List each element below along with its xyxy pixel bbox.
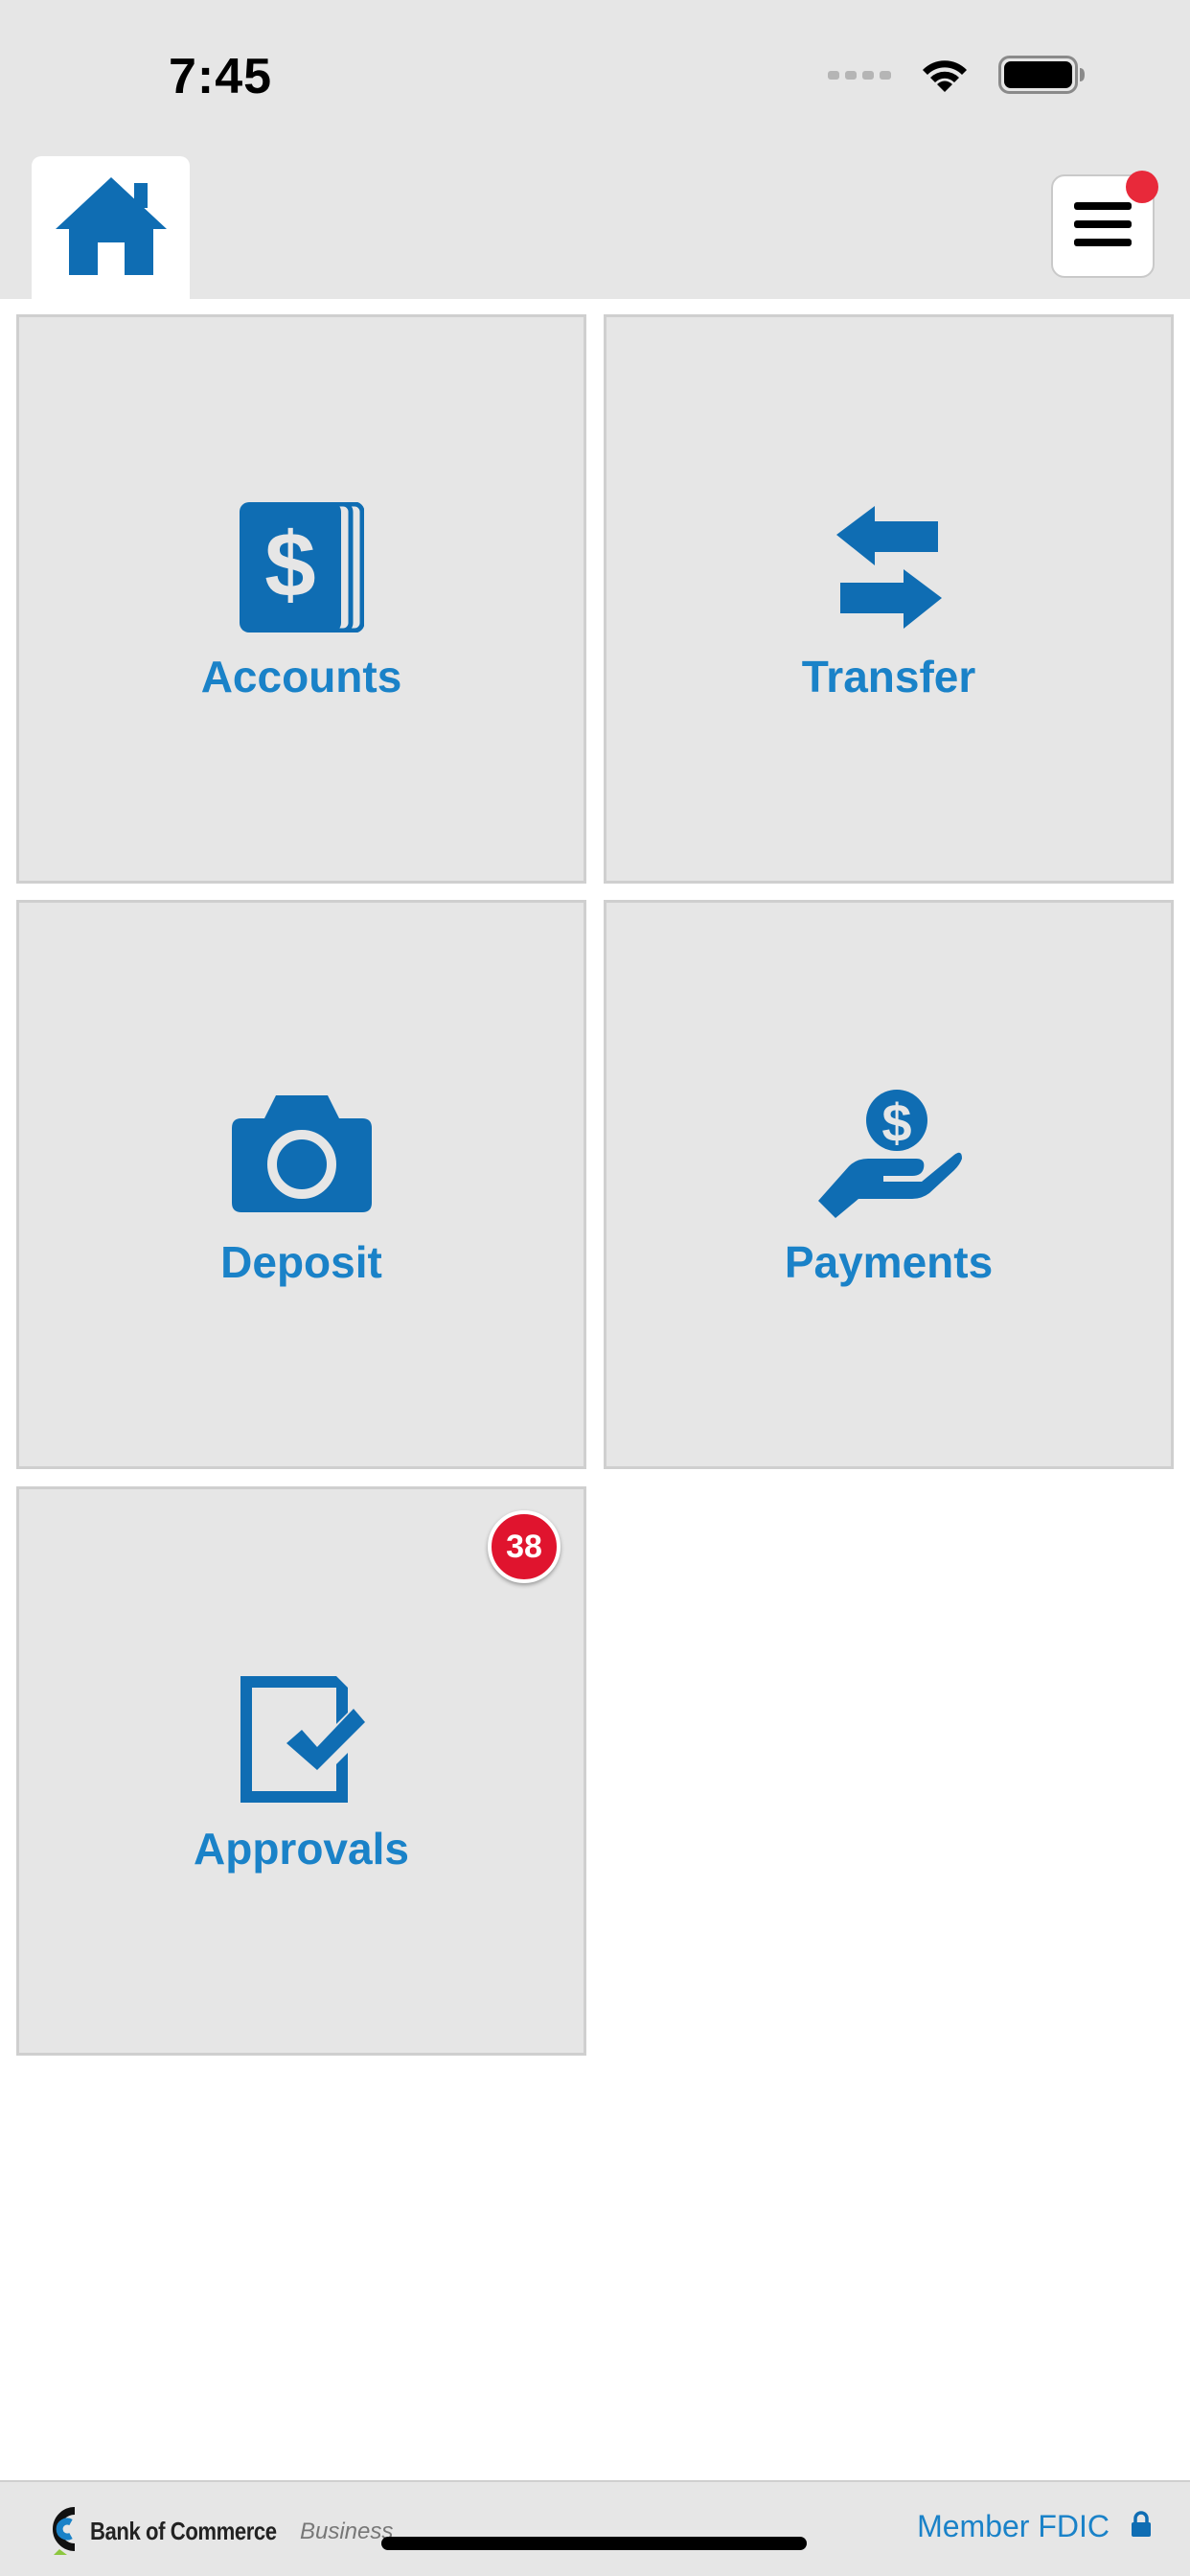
lock-icon — [1131, 2511, 1152, 2542]
transfer-icon — [808, 495, 971, 639]
signal-icon — [828, 67, 891, 87]
fdic-text: Member FDIC — [917, 2509, 1110, 2543]
payments-icon: $ — [808, 1081, 971, 1225]
bank-logo-icon — [46, 2503, 80, 2560]
accounts-icon: $ — [220, 495, 383, 639]
hamburger-icon — [1074, 200, 1132, 253]
footer: Bank of Commerce Business Member FDIC — [0, 2480, 1190, 2576]
notification-dot — [1126, 171, 1158, 203]
payments-label: Payments — [784, 1237, 994, 1287]
accounts-label: Accounts — [200, 652, 402, 702]
home-icon — [52, 173, 171, 284]
home-tab[interactable] — [32, 156, 190, 300]
status-bar: 7:45 — [0, 0, 1190, 153]
svg-text:$: $ — [264, 514, 315, 616]
bank-name: Bank of Commerce — [90, 2517, 277, 2545]
status-time: 7:45 — [169, 49, 273, 104]
transfer-tile[interactable]: Transfer — [604, 314, 1174, 884]
menu-button[interactable] — [1051, 171, 1158, 278]
home-indicator — [381, 2537, 807, 2550]
approvals-icon — [220, 1668, 383, 1811]
status-indicators — [828, 56, 1087, 99]
deposit-label: Deposit — [220, 1237, 382, 1287]
approvals-tile[interactable]: Approvals 38 — [16, 1486, 586, 2056]
approvals-label: Approvals — [194, 1824, 409, 1874]
payments-tile[interactable]: $ Payments — [604, 900, 1174, 1469]
wifi-icon — [918, 56, 972, 99]
fdic-notice[interactable]: Member FDIC — [917, 2509, 1152, 2544]
approvals-count-badge: 38 — [488, 1510, 561, 1583]
accounts-tile[interactable]: $ Accounts — [16, 314, 586, 884]
transfer-label: Transfer — [801, 652, 976, 702]
battery-icon — [998, 56, 1087, 99]
bank-subtitle: Business — [299, 2518, 394, 2544]
deposit-tile[interactable]: Deposit — [16, 900, 586, 1469]
camera-icon — [220, 1081, 383, 1225]
bank-logo[interactable]: Bank of Commerce Business — [46, 2503, 393, 2560]
svg-text:$: $ — [881, 1092, 911, 1153]
